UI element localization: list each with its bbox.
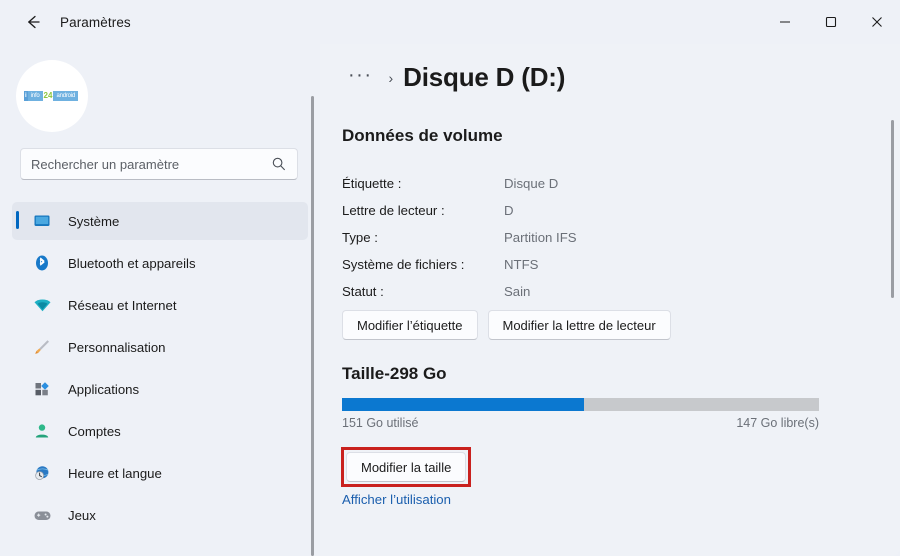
breadcrumb-ellipsis-button[interactable]: ···: [342, 63, 378, 87]
table-row: Statut : Sain: [342, 278, 762, 305]
sidebar-item-label: Heure et langue: [68, 465, 162, 481]
close-button[interactable]: [854, 0, 900, 44]
volume-action-buttons: Modifier l’étiquette Modifier la lettre …: [342, 310, 671, 340]
volume-info-table: Étiquette : Disque D Lettre de lecteur :…: [342, 170, 762, 305]
sidebar-item-label: Jeux: [68, 507, 96, 523]
sidebar-item-jeux[interactable]: Jeux: [12, 496, 308, 534]
clock-globe-icon: [32, 463, 52, 483]
sidebar-nav: Système Bluetooth et appareils Réseau et…: [12, 202, 308, 538]
sidebar-item-label: Personnalisation: [68, 339, 166, 355]
minimize-icon: [780, 21, 790, 23]
minimize-button[interactable]: [762, 0, 808, 44]
sidebar-item-reseau[interactable]: Réseau et Internet: [12, 286, 308, 324]
row-label: Étiquette :: [342, 176, 402, 191]
size-section-heading: Taille-298 Go: [342, 364, 447, 383]
paintbrush-icon: [32, 337, 52, 357]
row-value: Partition IFS: [504, 230, 577, 245]
row-label: Statut :: [342, 284, 384, 299]
user-avatar-image: i info 24 android: [16, 60, 88, 132]
sidebar-item-comptes[interactable]: Comptes: [12, 412, 308, 450]
table-row: Système de fichiers : NTFS: [342, 251, 762, 278]
resize-highlight-wrapper: Modifier la taille: [341, 447, 472, 487]
gamepad-icon: [32, 505, 52, 525]
volume-section-heading: Données de volume: [342, 126, 503, 145]
progress-labels: 151 Go utilisé 147 Go libre(s): [342, 416, 819, 430]
annotation-highlight-box: Modifier la taille: [341, 447, 472, 487]
view-usage-link[interactable]: Afficher l’utilisation: [342, 492, 451, 507]
row-label: Système de fichiers :: [342, 257, 465, 272]
main-content: ··· › Disque D (D:) Données de volume Ét…: [320, 44, 900, 556]
title-bar: Paramètres: [0, 0, 900, 44]
sidebar-item-systeme[interactable]: Système: [12, 202, 308, 240]
maximize-button[interactable]: [808, 0, 854, 44]
row-value: Sain: [504, 284, 531, 299]
sidebar-item-label: Système: [68, 213, 120, 229]
row-label: Lettre de lecteur :: [342, 203, 445, 218]
search-box[interactable]: [20, 148, 298, 180]
back-button[interactable]: [18, 7, 48, 37]
table-row: Lettre de lecteur : D: [342, 197, 762, 224]
breadcrumb: ··· › Disque D (D:): [342, 62, 565, 93]
avatar[interactable]: i info 24 android: [16, 60, 88, 132]
arrow-left-icon: [28, 15, 40, 29]
sidebar-item-label: Comptes: [68, 423, 121, 439]
sidebar-item-applications[interactable]: Applications: [12, 370, 308, 408]
app-title: Paramètres: [60, 14, 131, 30]
used-space-label: 151 Go utilisé: [342, 416, 419, 430]
sidebar-item-label: Réseau et Internet: [68, 297, 177, 313]
wifi-icon: [32, 295, 52, 315]
progress-fill: [342, 398, 584, 411]
sidebar-item-bluetooth[interactable]: Bluetooth et appareils: [12, 244, 308, 282]
search-icon[interactable]: [271, 156, 287, 172]
change-drive-letter-button[interactable]: Modifier la lettre de lecteur: [487, 310, 671, 340]
sidebar-item-label: Applications: [68, 381, 140, 397]
monitor-icon: [32, 211, 52, 231]
table-row: Type : Partition IFS: [342, 224, 762, 251]
content-scrollbar[interactable]: [891, 120, 894, 298]
row-value: Disque D: [504, 176, 559, 191]
sidebar-item-heure[interactable]: Heure et langue: [12, 454, 308, 492]
page-title: Disque D (D:): [403, 62, 566, 92]
progress-track: [342, 398, 819, 411]
bluetooth-icon: [32, 253, 52, 273]
avatar-logo-part-3: android: [53, 91, 79, 101]
resize-button[interactable]: Modifier la taille: [346, 452, 467, 482]
search-input[interactable]: [31, 156, 271, 172]
change-label-button[interactable]: Modifier l’étiquette: [342, 310, 478, 340]
close-icon: [872, 17, 882, 27]
table-row: Étiquette : Disque D: [342, 170, 762, 197]
avatar-logo-part-2: 24: [43, 91, 53, 100]
person-icon: [32, 421, 52, 441]
settings-window: Paramètres i info 24 android Rechercher …: [0, 0, 900, 556]
row-value: NTFS: [504, 257, 539, 272]
avatar-logo: i info 24 android: [24, 89, 80, 103]
maximize-icon: [825, 16, 837, 28]
row-label: Type :: [342, 230, 378, 245]
chevron-right-icon: ›: [388, 69, 394, 86]
avatar-logo-part-1: info: [27, 91, 43, 101]
sidebar-item-personnalisation[interactable]: Personnalisation: [12, 328, 308, 366]
sidebar: i info 24 android Rechercher un paramètr…: [0, 44, 320, 556]
apps-icon: [32, 379, 52, 399]
row-value: D: [504, 203, 514, 218]
sidebar-item-label: Bluetooth et appareils: [68, 255, 196, 271]
free-space-label: 147 Go libre(s): [736, 416, 819, 430]
disk-usage-bar: 151 Go utilisé 147 Go libre(s): [342, 398, 819, 430]
sidebar-scrollbar[interactable]: [311, 96, 314, 556]
window-controls: [762, 0, 900, 44]
